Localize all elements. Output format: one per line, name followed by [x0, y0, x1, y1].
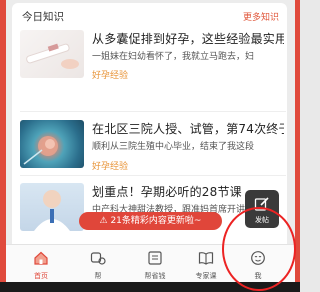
app-screen: 今日知识 更多知识 从多囊促排到好孕，这些经验最实用! 一姐妹在妇幼看怀了，我就…	[0, 0, 300, 292]
doctor-image	[20, 183, 84, 231]
book-icon	[198, 252, 214, 265]
tab-home[interactable]: 首页	[16, 245, 66, 283]
article-item[interactable]: 从多囊促排到好孕，这些经验最实用! 一姐妹在妇幼看怀了，我就立马跑去，妇 好孕经…	[12, 30, 287, 92]
annotation-circle	[222, 207, 296, 291]
article-item[interactable]: 在北区三院人授、试管，第74次终于成... 顺利从三院生殖中心毕业，结束了我这段…	[12, 120, 287, 182]
tab-label: 专家课	[195, 272, 217, 280]
new-content-toast[interactable]: ⚠ 21条精彩内容更新啦~	[79, 212, 222, 230]
ovulation-test-image	[20, 30, 84, 78]
embryo-image	[20, 120, 84, 168]
wallet-icon	[148, 251, 162, 265]
article-subtitle: 顺利从三院生殖中心毕业，结束了我这段	[92, 142, 255, 152]
tab-label: 帮省钱	[144, 272, 166, 280]
more-knowledge-link[interactable]: 更多知识	[243, 10, 279, 23]
section-title: 今日知识	[22, 11, 64, 23]
help-icon	[90, 252, 106, 265]
article-title: 在北区三院人授、试管，第74次终于成...	[92, 122, 284, 136]
divider	[20, 175, 286, 176]
tab-help[interactable]: 帮	[73, 245, 123, 283]
home-icon	[34, 251, 48, 265]
article-tag: 好孕经验	[92, 162, 129, 172]
article-tag: 好孕经验	[92, 71, 129, 81]
tab-save-money[interactable]: 帮省钱	[130, 245, 180, 283]
article-subtitle: 一姐妹在妇幼看怀了，我就立马跑去，妇	[92, 52, 255, 62]
tab-label: 帮	[94, 272, 102, 280]
tab-label: 首页	[34, 272, 48, 280]
divider	[20, 111, 286, 112]
article-title: 从多囊促排到好孕，这些经验最实用!	[92, 32, 284, 46]
